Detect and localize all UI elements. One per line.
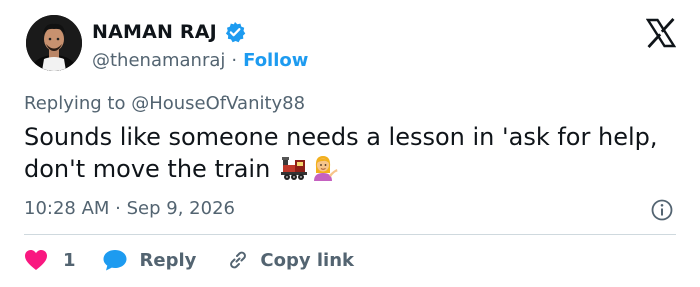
tweet-body: Sounds like someone needs a lesson in 'a… <box>24 123 658 183</box>
tweet-time: 10:28 AM <box>24 198 110 219</box>
x-logo-icon[interactable] <box>645 18 677 48</box>
separator-dot: · <box>231 49 238 71</box>
avatar[interactable] <box>26 15 82 71</box>
divider <box>24 234 676 235</box>
author-handle[interactable]: @thenamanraj <box>92 50 225 71</box>
like-button[interactable]: 1 <box>24 249 76 271</box>
tweet-timestamp[interactable]: 10:28 AM · Sep 9, 2026 <box>24 198 235 219</box>
author-handle-row: @thenamanraj · Follow <box>92 48 308 72</box>
heart-icon <box>24 249 48 271</box>
author-name-row: NAMAN RAJ <box>92 19 246 45</box>
tweet-text: Sounds like someone needs a lesson in 'a… <box>24 121 664 189</box>
person-tipping-hand-emoji <box>310 153 338 189</box>
follow-button[interactable]: Follow <box>243 50 308 71</box>
replying-to-handle[interactable]: @HouseOfVanity88 <box>131 93 305 114</box>
tweet-date: Sep 9, 2026 <box>126 198 235 219</box>
timestamp-separator: · <box>109 198 127 219</box>
like-count: 1 <box>63 249 76 271</box>
link-icon <box>226 248 250 272</box>
reply-button[interactable]: Reply <box>102 248 197 272</box>
copy-link-button[interactable]: Copy link <box>226 248 354 272</box>
reply-label: Reply <box>139 249 197 271</box>
replying-to-label: Replying to <box>24 93 132 114</box>
info-icon[interactable] <box>650 198 674 222</box>
speech-bubble-icon <box>102 248 128 272</box>
tweet-card: NAMAN RAJ @thenamanraj · Follow Replying… <box>0 0 700 287</box>
locomotive-emoji <box>280 155 308 189</box>
author-name[interactable]: NAMAN RAJ <box>92 21 217 43</box>
action-bar: 1 Reply Copy link <box>24 246 354 274</box>
verified-badge-icon <box>224 21 246 43</box>
replying-to: Replying to @HouseOfVanity88 <box>24 93 305 114</box>
copy-link-label: Copy link <box>260 249 354 271</box>
